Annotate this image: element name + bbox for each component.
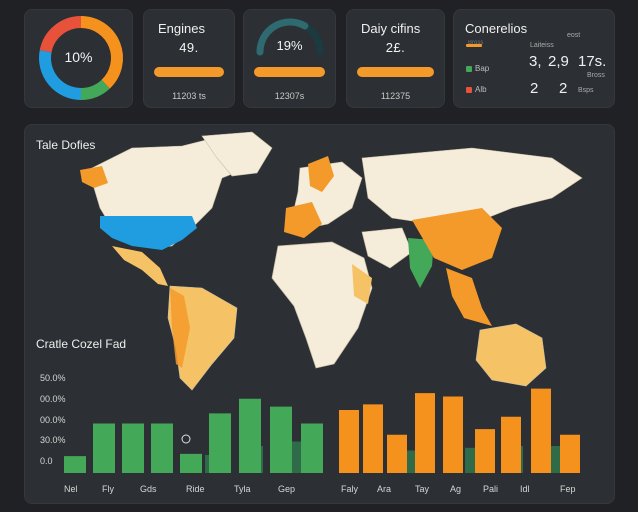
xtick-11: Idl xyxy=(520,484,530,494)
donut-segment-3 xyxy=(39,16,82,53)
chart-marker xyxy=(181,434,191,444)
kpi-engines-card[interactable]: Engines 49. 11203 ts xyxy=(143,9,235,108)
kpi-gauge-sub: 12307s xyxy=(274,91,305,101)
bar-green-1[interactable] xyxy=(93,423,115,474)
map-mexico xyxy=(112,246,168,286)
kpi-engines-bar xyxy=(154,67,224,77)
map-se-asia xyxy=(446,268,492,326)
bar-orange-4[interactable] xyxy=(443,396,463,474)
bar-orange-1[interactable] xyxy=(363,404,383,473)
conv-swatch-2 xyxy=(466,66,472,72)
xtick-8: Tay xyxy=(415,484,430,494)
conv-row-3-label: Alb xyxy=(475,85,487,94)
conv-small-right-a: Bross xyxy=(587,72,605,79)
conv-row-2-label: Bap xyxy=(475,64,490,73)
bar-orange-2[interactable] xyxy=(387,434,407,473)
kpi-gauge-bar xyxy=(254,67,325,77)
donut-label: 10% xyxy=(64,49,93,65)
donut-card: 10% xyxy=(24,9,133,108)
xtick-6: Faly xyxy=(341,484,359,494)
conv-swatch-3 xyxy=(466,87,472,93)
bar-green-7[interactable] xyxy=(270,406,292,473)
bar-green-2[interactable] xyxy=(122,423,144,474)
conv-num-3: 17s. xyxy=(578,53,607,70)
conv-num-5: 2 xyxy=(559,80,568,97)
map-middle-east xyxy=(361,227,413,269)
bar-orange-3[interactable] xyxy=(415,393,435,473)
bar-orange-5[interactable] xyxy=(475,429,495,473)
conv-num-4: 2 xyxy=(530,80,539,97)
bar-green-5[interactable] xyxy=(209,413,231,473)
bar-green-3[interactable] xyxy=(151,423,173,474)
bar-green-4[interactable] xyxy=(180,453,202,473)
conv-row-1-label: Bross xyxy=(468,40,484,46)
bar-orange-6[interactable] xyxy=(501,416,521,473)
donut-segment-1 xyxy=(80,79,110,100)
xtick-7: Ara xyxy=(377,484,392,494)
conversions-title: Conerelios xyxy=(465,21,528,36)
kpi-daily-value: 2£. xyxy=(385,40,406,55)
xtick-5: Gep xyxy=(278,484,296,494)
ytick-4: 0.0 xyxy=(40,456,53,466)
kpi-daily-title: Daiy cifins xyxy=(361,21,421,36)
xtick-4: Tyla xyxy=(234,484,251,494)
conv-num-2: 2,9 xyxy=(548,53,569,70)
bar-orange-0[interactable] xyxy=(339,410,359,473)
conversions-small-b: eost xyxy=(567,32,581,39)
bar-green-8[interactable] xyxy=(301,423,323,474)
xtick-2: Gds xyxy=(140,484,157,494)
kpi-engines-title: Engines xyxy=(158,21,205,36)
kpi-gauge-card[interactable]: 19% 12307s xyxy=(243,9,336,108)
conversions-card[interactable]: Conerelios Laiteiss eost Bross Bap Alb 3… xyxy=(453,9,615,108)
kpi-gauge-value: 19% xyxy=(276,38,303,53)
conversions-small-a: Laiteiss xyxy=(530,42,554,49)
chart-title: Cratle Cozel Fad xyxy=(36,337,127,351)
map-africa xyxy=(271,241,373,369)
xtick-3: Ride xyxy=(186,484,205,494)
bar-green-0[interactable] xyxy=(64,456,86,473)
world-map[interactable] xyxy=(72,128,592,398)
kpi-engines-value: 49. xyxy=(179,40,199,55)
bar-chart[interactable] xyxy=(55,360,615,480)
kpi-daily-bar xyxy=(357,67,434,77)
kpi-engines-sub: 11203 ts xyxy=(172,91,206,101)
xtick-0: Nel xyxy=(64,484,78,494)
kpi-daily-card[interactable]: Daiy cifins 2£. 112375 xyxy=(346,9,445,108)
xtick-12: Fep xyxy=(560,484,576,494)
bar-orange-7[interactable] xyxy=(531,388,551,473)
conv-num-1: 3, xyxy=(529,53,542,70)
kpi-daily-sub: 112375 xyxy=(380,91,411,101)
xtick-10: Pali xyxy=(483,484,499,494)
map-usa xyxy=(100,216,197,250)
xtick-1: Fly xyxy=(102,484,114,494)
bar-orange-8[interactable] xyxy=(560,434,580,473)
xtick-9: Ag xyxy=(450,484,462,494)
bar-green-6[interactable] xyxy=(239,398,261,473)
conv-small-right-b: Bsps xyxy=(578,87,594,94)
